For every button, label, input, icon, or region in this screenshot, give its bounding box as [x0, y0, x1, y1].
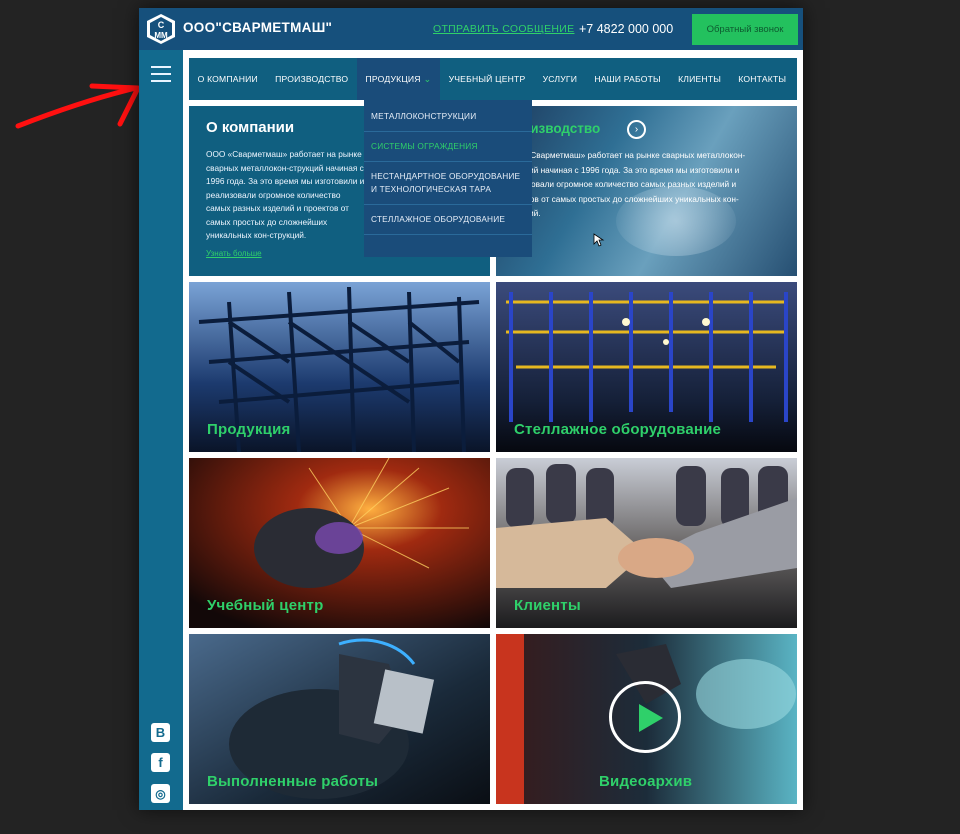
callback-button[interactable]: Обратный звонок [692, 14, 798, 45]
nav-item-works[interactable]: НАШИ РАБОТЫ [586, 58, 670, 100]
tile-works[interactable]: Выполненные работы [189, 634, 490, 804]
about-title: О компании [206, 119, 295, 136]
site-window: С ММ ООО"СВАРМЕТМАШ" ОТПРАВИТЬ СООБЩЕНИЕ… [139, 8, 803, 810]
tile-clients[interactable]: Клиенты [496, 458, 797, 628]
tile-racks[interactable]: Стеллажное оборудование [496, 282, 797, 452]
play-icon[interactable] [609, 681, 681, 753]
chevron-down-icon: ⌄ [423, 73, 432, 84]
vk-icon[interactable]: B [151, 723, 170, 742]
tile-video[interactable]: Видеоархив [496, 634, 797, 804]
nav-item-contacts[interactable]: КОНТАКТЫ [730, 58, 795, 100]
logo-icon: С ММ [147, 14, 175, 44]
nav-item-production[interactable]: ПРОИЗВОДСТВО [266, 58, 356, 100]
tile-training[interactable]: Учебный центр [189, 458, 490, 628]
products-dropdown: МЕТАЛЛОКОНСТРУКЦИИ СИСТЕМЫ ОГРАЖДЕНИЯ НЕ… [364, 100, 532, 257]
instagram-icon[interactable]: ◎ [151, 784, 170, 803]
nav-item-products-label: ПРОДУКЦИЯ [365, 74, 421, 84]
arrow-right-icon[interactable]: › [627, 120, 646, 139]
tile-clients-label: Клиенты [514, 597, 581, 614]
nav-item-services[interactable]: УСЛУГИ [534, 58, 586, 100]
cursor-icon [593, 233, 605, 247]
left-sidebar: B f ◎ [139, 50, 183, 810]
production-text: ООО «Сварметмаш» работает на рынке сварн… [504, 150, 746, 218]
tile-racks-label: Стеллажное оборудование [514, 421, 722, 438]
brand-name: ООО"СВАРМЕТМАШ" [183, 20, 333, 35]
facebook-icon[interactable]: f [151, 753, 170, 772]
tile-training-label: Учебный центр [207, 597, 324, 614]
dropdown-item-metal-structures[interactable]: МЕТАЛЛОКОНСТРУКЦИИ [364, 102, 532, 132]
dropdown-item-custom-equipment[interactable]: НЕСТАНДАРТНОЕ ОБОРУДОВАНИЕ И ТЕХНОЛОГИЧЕ… [364, 162, 532, 205]
main-nav: О КОМПАНИИ ПРОИЗВОДСТВО ПРОДУКЦИЯ ⌄ УЧЕБ… [189, 58, 797, 100]
annotation-arrow [15, 83, 141, 129]
tile-video-label: Видеоархив [599, 773, 693, 790]
site-header: С ММ ООО"СВАРМЕТМАШ" ОТПРАВИТЬ СООБЩЕНИЕ… [139, 8, 803, 50]
about-text: ООО «Сварметмаш» работает на рынке сварн… [206, 149, 365, 240]
tile-products[interactable]: Продукция [189, 282, 490, 452]
tile-works-label: Выполненные работы [207, 773, 379, 790]
learn-more-link[interactable]: Узнать больше [206, 249, 262, 258]
dropdown-item-rack-equipment[interactable]: СТЕЛЛАЖНОЕ ОБОРУДОВАНИЕ [364, 205, 532, 235]
tile-products-label: Продукция [207, 421, 291, 438]
svg-text:ММ: ММ [154, 31, 168, 40]
nav-item-about[interactable]: О КОМПАНИИ [189, 58, 266, 100]
send-message-link[interactable]: ОТПРАВИТЬ СООБЩЕНИЕ [433, 23, 574, 35]
phone-number: +7 4822 000 000 [579, 22, 674, 36]
nav-item-products[interactable]: ПРОДУКЦИЯ ⌄ [356, 58, 440, 100]
hamburger-icon[interactable] [151, 66, 171, 82]
dropdown-item-fencing-systems[interactable]: СИСТЕМЫ ОГРАЖДЕНИЯ [364, 132, 532, 162]
nav-item-training[interactable]: УЧЕБНЫЙ ЦЕНТР [440, 58, 534, 100]
svg-text:С: С [158, 20, 165, 30]
production-block[interactable]: Производство › ООО «Сварметмаш» работает… [496, 106, 797, 276]
nav-item-clients[interactable]: КЛИЕНТЫ [669, 58, 729, 100]
